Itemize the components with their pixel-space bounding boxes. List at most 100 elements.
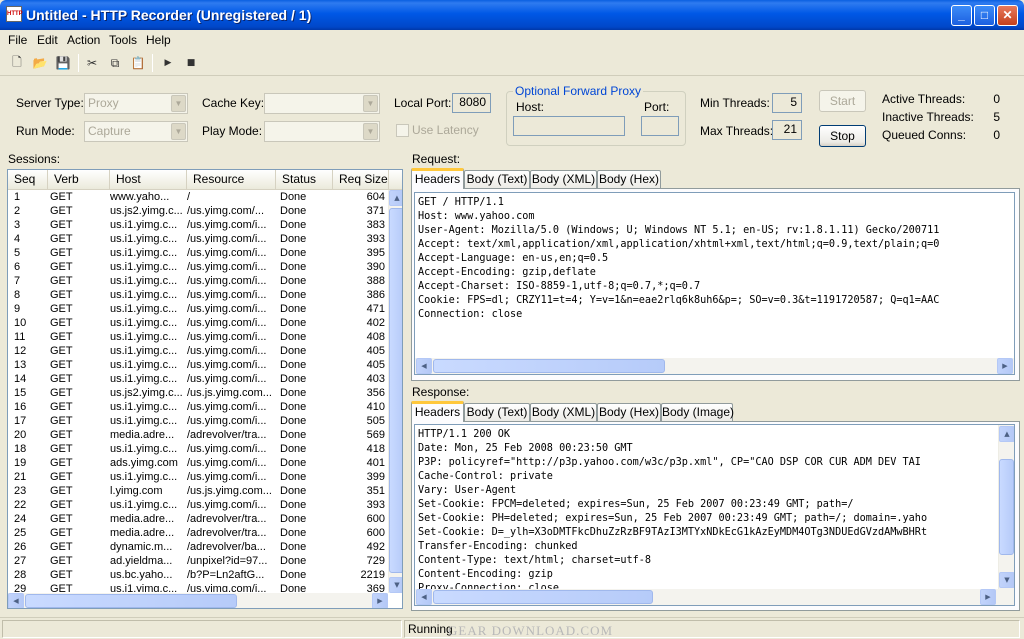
scroll-right-icon[interactable]: ▶ <box>980 589 996 605</box>
stop-icon[interactable]: ■ <box>182 54 200 72</box>
request-headers-text[interactable]: GET / HTTP/1.1 Host: www.yahoo.com User-… <box>414 192 1015 375</box>
tab-response-body-text[interactable]: Body (Text) <box>464 403 530 421</box>
scroll-left-icon[interactable]: ◀ <box>416 358 432 374</box>
table-row[interactable]: 26 GET dynamic.m... /adrevolver/ba... Done 49… <box>8 540 388 554</box>
table-row[interactable]: 24 GET media.adre... /adrevolver/tra... Done… <box>8 512 388 526</box>
table-row[interactable]: 4 GET us.i1.yimg.c... /us.yimg.com/i... Done… <box>8 232 388 246</box>
table-row[interactable]: 2 GET us.js2.yimg.c... /us.yimg.com/... Done… <box>8 204 388 218</box>
scroll-up-icon[interactable]: ▲ <box>999 426 1014 442</box>
play-mode-combo[interactable]: ▼ <box>264 121 380 142</box>
column-host[interactable]: Host <box>110 170 187 190</box>
minimize-button[interactable]: _ <box>951 5 972 26</box>
start-button[interactable]: Start <box>819 90 866 112</box>
table-row[interactable]: 16 GET us.i1.yimg.c... /us.yimg.com/i... Don… <box>8 400 388 414</box>
new-icon[interactable]: 🗋 <box>8 54 26 72</box>
cell-verb: GET <box>50 415 73 427</box>
menu-file[interactable]: File <box>8 33 27 47</box>
title-bar[interactable]: HTTP Untitled - HTTP Recorder (Unregiste… <box>0 0 1024 30</box>
table-row[interactable]: 19 GET ads.yimg.com/us.yimg.com/i... Done 40… <box>8 456 388 470</box>
tab-response-body-image[interactable]: Body (Image) <box>661 403 734 421</box>
scroll-right-icon[interactable]: ▶ <box>997 358 1013 374</box>
cut-icon[interactable]: ✂ <box>83 54 101 72</box>
table-row[interactable]: 11 GET us.i1.yimg.c... /us.yimg.com/i... Don… <box>8 330 388 344</box>
local-port-field[interactable]: 8080 <box>452 93 491 113</box>
tab-response-body-hex[interactable]: Body (Hex) <box>597 403 661 421</box>
save-icon[interactable]: 💾 <box>54 54 72 72</box>
stop-button[interactable]: Stop <box>819 125 866 147</box>
max-threads-field[interactable]: 21 <box>772 120 802 140</box>
table-row[interactable]: 15 GET us.js2.yimg.c... /us.js.yimg.com... D… <box>8 386 388 400</box>
table-row[interactable]: 21 GET us.i1.yimg.c... /us.yimg.com/i... Don… <box>8 470 388 484</box>
scroll-thumb[interactable] <box>433 590 653 604</box>
column-verb[interactable]: Verb <box>48 170 110 190</box>
tab-request-headers[interactable]: Headers <box>411 168 464 189</box>
min-threads-field[interactable]: 5 <box>772 93 802 113</box>
scroll-thumb[interactable] <box>25 594 237 608</box>
column-status[interactable]: Status <box>276 170 333 190</box>
table-row[interactable]: 23 GET l.yimg.com/us.js.yimg.com... Done 351 <box>8 484 388 498</box>
sessions-vscrollbar[interactable]: ▲ ▼ <box>388 190 402 593</box>
table-row[interactable]: 14 GET us.i1.yimg.c... /us.yimg.com/i... Don… <box>8 372 388 386</box>
open-icon[interactable]: 📂 <box>31 54 49 72</box>
paste-icon[interactable]: 📋 <box>129 54 147 72</box>
proxy-port-field[interactable] <box>641 116 679 136</box>
cell-status: Done <box>280 275 307 287</box>
table-row[interactable]: 8 GET us.i1.yimg.c... /us.yimg.com/i... Done… <box>8 288 388 302</box>
server-type-combo[interactable]: Proxy ▼ <box>84 93 188 114</box>
table-row[interactable]: 22 GET us.i1.yimg.c... /us.yimg.com/i... Don… <box>8 498 388 512</box>
maximize-button[interactable]: □ <box>974 5 995 26</box>
response-headers-text[interactable]: HTTP/1.1 200 OK Date: Mon, 25 Feb 2008 0… <box>414 424 1015 606</box>
table-row[interactable]: 9 GET us.i1.yimg.c... /us.yimg.com/i... Done… <box>8 302 388 316</box>
tab-request-body-hex[interactable]: Body (Hex) <box>597 170 661 188</box>
table-row[interactable]: 1 GET www.yaho... / Done 604 <box>8 190 388 204</box>
table-row[interactable]: 6 GET us.i1.yimg.c... /us.yimg.com/i... Done… <box>8 260 388 274</box>
scroll-thumb[interactable] <box>389 208 402 573</box>
table-row[interactable]: 29 GET us.i1.yimg.c... /us.yimg.com/i... Don… <box>8 582 388 592</box>
menu-action[interactable]: Action <box>67 33 100 47</box>
server-type-label: Server Type: <box>16 96 84 110</box>
column-resource[interactable]: Resource <box>187 170 276 190</box>
column-req-size[interactable]: Req Size <box>333 170 389 190</box>
column-seq[interactable]: Seq <box>8 170 48 190</box>
table-row[interactable]: 7 GET us.i1.yimg.c... /us.yimg.com/i... Done… <box>8 274 388 288</box>
tab-response-body-xml[interactable]: Body (XML) <box>530 403 597 421</box>
proxy-host-field[interactable] <box>513 116 625 136</box>
table-row[interactable]: 28 GET us.bc.yaho... /b?P=Ln2aftG... Done 221… <box>8 568 388 582</box>
close-button[interactable]: ✕ <box>997 5 1018 26</box>
table-row[interactable]: 20 GET media.adre... /adrevolver/tra... Done… <box>8 428 388 442</box>
scroll-thumb[interactable] <box>433 359 665 373</box>
sessions-hscrollbar[interactable]: ◀ ▶ <box>8 593 388 608</box>
scroll-left-icon[interactable]: ◀ <box>416 589 432 605</box>
scroll-down-icon[interactable]: ▼ <box>389 577 402 593</box>
menu-edit[interactable]: Edit <box>37 33 58 47</box>
menu-tools[interactable]: Tools <box>109 33 137 47</box>
tab-request-body-xml[interactable]: Body (XML) <box>530 170 597 188</box>
table-row[interactable]: 18 GET us.i1.yimg.c... /us.yimg.com/i... Don… <box>8 442 388 456</box>
response-hscrollbar[interactable]: ◀ ▶ <box>415 589 1014 605</box>
cache-key-combo[interactable]: ▼ <box>264 93 380 114</box>
table-row[interactable]: 5 GET us.i1.yimg.c... /us.yimg.com/i... Done… <box>8 246 388 260</box>
menu-help[interactable]: Help <box>146 33 171 47</box>
response-vscrollbar[interactable]: ▲ ▼ <box>998 425 1014 589</box>
scroll-right-icon[interactable]: ▶ <box>372 593 388 608</box>
table-row[interactable]: 25 GET media.adre... /adrevolver/tra... Done… <box>8 526 388 540</box>
table-row[interactable]: 12 GET us.i1.yimg.c... /us.yimg.com/i... Don… <box>8 344 388 358</box>
use-latency-checkbox[interactable] <box>396 124 409 137</box>
table-row[interactable]: 10 GET us.i1.yimg.c... /us.yimg.com/i... Don… <box>8 316 388 330</box>
table-row[interactable]: 17 GET us.i1.yimg.c... /us.yimg.com/i... Don… <box>8 414 388 428</box>
copy-icon[interactable]: ⧉ <box>106 54 124 72</box>
scroll-down-icon[interactable]: ▼ <box>999 572 1014 588</box>
table-row[interactable]: 27 GET ad.yieldma... /unpixel?id=97... Done 7… <box>8 554 388 568</box>
play-icon[interactable]: ▶ <box>159 54 177 72</box>
sessions-list[interactable]: Seq Verb Host Resource Status Req Size 1… <box>7 169 403 609</box>
run-mode-combo[interactable]: Capture ▼ <box>84 121 188 142</box>
scroll-left-icon[interactable]: ◀ <box>8 593 24 608</box>
tab-response-headers[interactable]: Headers <box>411 401 464 422</box>
scroll-thumb[interactable] <box>999 459 1014 555</box>
request-hscrollbar[interactable]: ◀ ▶ <box>415 358 1014 374</box>
scroll-up-icon[interactable]: ▲ <box>389 190 402 206</box>
cell-host: us.i1.yimg.c... <box>110 359 178 371</box>
table-row[interactable]: 3 GET us.i1.yimg.c... /us.yimg.com/i... Done… <box>8 218 388 232</box>
table-row[interactable]: 13 GET us.i1.yimg.c... /us.yimg.com/i... Don… <box>8 358 388 372</box>
tab-request-body-text[interactable]: Body (Text) <box>464 170 530 188</box>
